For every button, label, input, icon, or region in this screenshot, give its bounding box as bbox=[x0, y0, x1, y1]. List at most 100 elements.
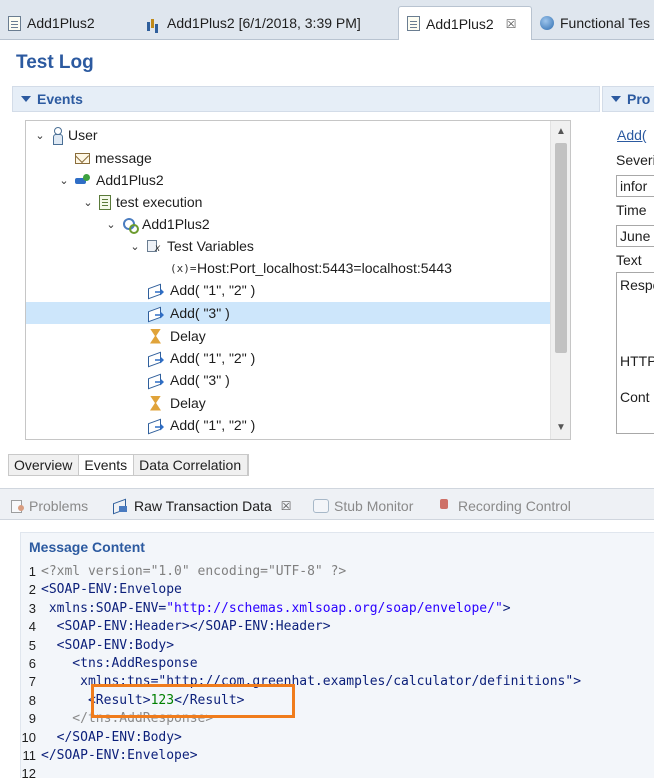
gears-icon bbox=[122, 217, 139, 234]
tree-node-add-1-2[interactable]: Add( "1", "2" ) bbox=[26, 347, 551, 369]
close-icon[interactable]: ☒ bbox=[506, 17, 517, 31]
line-number: 3 bbox=[28, 600, 36, 616]
editor-tab-label: Add1Plus2 bbox=[426, 15, 494, 32]
tab-events[interactable]: Events bbox=[79, 455, 135, 475]
tree-node-add-3[interactable]: Add( "3" ) bbox=[26, 369, 551, 391]
tree-node-add-1-2[interactable]: Add( "1", "2" ) bbox=[26, 279, 551, 301]
line-number: 12 bbox=[21, 766, 36, 782]
tree-node-add-3-selected[interactable]: Add( "3" ) bbox=[26, 302, 551, 324]
severity-label: Severi bbox=[616, 152, 654, 168]
code-line[interactable]: 3 xmlns:SOAP-ENV="http://schemas.xmlsoap… bbox=[18, 601, 511, 619]
editor-tab-label: Add1Plus2 [6/1/2018, 3:39 PM] bbox=[167, 15, 361, 31]
events-tree[interactable]: ⌄ User message ⌄ Add1Plus2 ⌄ test execut… bbox=[25, 120, 571, 440]
result-highlight-box bbox=[91, 684, 295, 718]
tree-node-add-1-2[interactable]: Add( "1", "2" ) bbox=[26, 414, 551, 436]
chevron-down-icon[interactable]: ⌄ bbox=[34, 129, 46, 142]
view-tab-stub-monitor[interactable]: Stub Monitor bbox=[313, 494, 413, 518]
tree-node-delay[interactable]: Delay bbox=[26, 392, 551, 414]
events-section-header[interactable]: Events bbox=[12, 86, 600, 112]
code-line[interactable]: 10 </SOAP-ENV:Body> bbox=[18, 730, 182, 748]
message-send-icon bbox=[148, 351, 165, 366]
tree-node-label: User bbox=[68, 127, 98, 143]
view-tab-label: Recording Control bbox=[458, 498, 571, 514]
tab-data-correlation[interactable]: Data Correlation bbox=[134, 455, 249, 475]
code-text: <SOAP-ENV:Envelope bbox=[41, 582, 182, 598]
code-text: xmlns:SOAP-ENV="http://schemas.xmlsoap.o… bbox=[41, 600, 511, 616]
line-number: 6 bbox=[28, 656, 36, 671]
chevron-down-icon[interactable]: ⌄ bbox=[105, 218, 117, 231]
operation-icon bbox=[75, 173, 91, 188]
view-tab-label: Raw Transaction Data bbox=[134, 498, 272, 514]
close-icon[interactable]: ☒ bbox=[281, 499, 292, 513]
scroll-up-icon[interactable]: ▲ bbox=[551, 123, 570, 141]
tree-node-delay[interactable]: Delay bbox=[26, 325, 551, 347]
views-tab-bar: Problems Raw Transaction Data ☒ Stub Mon… bbox=[0, 488, 654, 520]
tree-node-label: Add( "3" ) bbox=[170, 372, 230, 388]
tree-node-test-execution[interactable]: ⌄ test execution bbox=[26, 191, 551, 213]
code-line[interactable]: 1 <?xml version="1.0" encoding="UTF-8" ?> bbox=[18, 564, 346, 582]
tree-node-message[interactable]: message bbox=[26, 147, 551, 169]
globe-icon bbox=[540, 16, 554, 30]
scroll-down-icon[interactable]: ▼ bbox=[551, 419, 570, 437]
report-icon bbox=[146, 16, 161, 31]
line-number: 8 bbox=[28, 692, 36, 708]
tree-node-label: test execution bbox=[116, 194, 203, 210]
recording-control-icon bbox=[438, 499, 453, 513]
code-line[interactable]: 6 <tns:AddResponse bbox=[18, 656, 198, 674]
file-icon bbox=[407, 16, 420, 31]
message-icon bbox=[75, 152, 90, 164]
editor-tab-add1plus2[interactable]: Add1Plus2 bbox=[0, 6, 101, 40]
file-icon bbox=[8, 15, 21, 31]
properties-section-label: Pro bbox=[627, 91, 651, 107]
time-field[interactable]: June bbox=[616, 225, 654, 247]
scrollbar-thumb[interactable] bbox=[555, 143, 567, 353]
editor-tab-add1plus2-active[interactable]: Add1Plus2 ☒ bbox=[398, 6, 532, 40]
line-number: 10 bbox=[21, 729, 36, 745]
view-tab-raw-transaction-data[interactable]: Raw Transaction Data ☒ bbox=[112, 494, 292, 518]
line-number: 4 bbox=[28, 619, 36, 635]
events-section-label: Events bbox=[37, 91, 83, 107]
code-line[interactable]: 5 <SOAP-ENV:Body> bbox=[18, 638, 174, 656]
code-text: </SOAP-ENV:Body> bbox=[41, 729, 182, 745]
editor-tab-report[interactable]: Add1Plus2 [6/1/2018, 3:39 PM] bbox=[138, 6, 367, 40]
stub-monitor-icon bbox=[313, 499, 329, 513]
code-line[interactable]: 2 <SOAP-ENV:Envelope bbox=[18, 582, 182, 600]
user-icon bbox=[51, 127, 63, 145]
tree-node-variable[interactable]: (x)= Host:Port_localhost:5443=localhost:… bbox=[26, 257, 551, 279]
code-line[interactable]: 4 <SOAP-ENV:Header></SOAP-ENV:Header> bbox=[18, 619, 331, 637]
tree-node-test-variables[interactable]: ⌄ Test Variables bbox=[26, 235, 551, 257]
tree-node-user[interactable]: ⌄ User bbox=[26, 124, 551, 146]
hourglass-icon bbox=[150, 328, 161, 344]
editor-tab-functional-test[interactable]: Functional Tes bbox=[532, 6, 654, 40]
line-number: 7 bbox=[28, 674, 36, 690]
tab-overview[interactable]: Overview bbox=[9, 455, 80, 475]
tree-node-label: Add( "3" ) bbox=[170, 305, 230, 321]
text-area[interactable]: Respo HTTP Cont bbox=[616, 272, 654, 434]
properties-section-header[interactable]: Pro bbox=[602, 86, 654, 112]
message-send-icon bbox=[148, 306, 165, 321]
hourglass-icon bbox=[150, 395, 161, 411]
tree-node-add1plus2-test[interactable]: ⌄ Add1Plus2 bbox=[26, 213, 551, 235]
collapse-triangle-icon bbox=[21, 96, 31, 102]
view-tab-problems[interactable]: Problems bbox=[10, 494, 88, 518]
tree-scrollbar[interactable]: ▲ ▼ bbox=[550, 121, 570, 439]
text-line: Cont bbox=[620, 389, 650, 405]
view-tab-recording-control[interactable]: Recording Control bbox=[438, 494, 571, 518]
tree-node-label: Add( "1", "2" ) bbox=[170, 282, 256, 298]
editor-tab-label: Add1Plus2 bbox=[27, 15, 95, 31]
view-tab-label: Stub Monitor bbox=[334, 498, 414, 514]
line-number: 11 bbox=[22, 748, 37, 763]
document-icon bbox=[99, 194, 111, 210]
chevron-down-icon[interactable]: ⌄ bbox=[129, 240, 141, 253]
code-text: </SOAP-ENV:Envelope> bbox=[41, 748, 198, 763]
page-title: Test Log bbox=[16, 52, 94, 73]
properties-link[interactable]: Add( bbox=[617, 127, 647, 143]
severity-field[interactable]: infor bbox=[616, 175, 654, 197]
raw-transaction-icon bbox=[112, 499, 129, 514]
tree-node-add1plus2[interactable]: ⌄ Add1Plus2 bbox=[26, 169, 551, 191]
chevron-down-icon[interactable]: ⌄ bbox=[82, 196, 94, 209]
code-line[interactable]: 12 bbox=[18, 766, 41, 784]
message-content-title: Message Content bbox=[29, 539, 145, 555]
chevron-down-icon[interactable]: ⌄ bbox=[58, 174, 70, 187]
code-line[interactable]: 11 </SOAP-ENV:Envelope> bbox=[18, 748, 198, 766]
